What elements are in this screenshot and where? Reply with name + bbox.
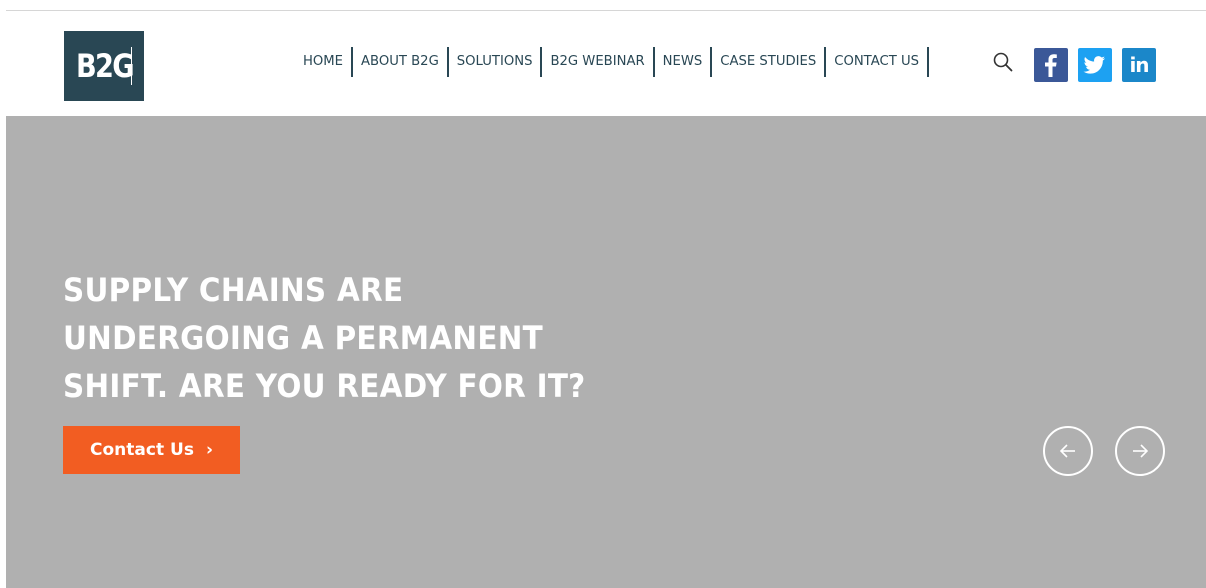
- hero-banner: SUPPLY CHAINS ARE UNDERGOING A PERMANENT…: [6, 116, 1206, 588]
- linkedin-glyph: in: [1129, 53, 1149, 77]
- linkedin-icon[interactable]: in: [1122, 48, 1156, 82]
- nav-separator: [652, 46, 655, 77]
- logo-text: B2G: [75, 47, 135, 85]
- nav-separator: [351, 46, 354, 77]
- hero-heading: SUPPLY CHAINS ARE UNDERGOING A PERMANENT…: [63, 271, 586, 405]
- twitter-icon[interactable]: [1078, 48, 1112, 82]
- contact-us-button[interactable]: Contact Us ›: [63, 426, 240, 474]
- nav-separator: [710, 46, 713, 77]
- nav-item-case-studies[interactable]: CASE STUDIES: [714, 45, 822, 78]
- nav-item-b2g-webinar[interactable]: B2G WEBINAR: [544, 45, 650, 78]
- arrow-right-icon: [1133, 444, 1149, 458]
- nav-item-contact-us[interactable]: CONTACT US: [828, 45, 925, 78]
- page: B2G HOME ABOUT B2G SOLUTIONS B2G WEBINAR…: [0, 0, 1206, 588]
- nav-separator: [540, 46, 543, 77]
- logo-bar: [131, 47, 132, 85]
- carousel-next-button[interactable]: [1115, 426, 1165, 476]
- nav-item-about-b2g[interactable]: ABOUT B2G: [355, 45, 445, 78]
- chevron-right-icon: ›: [205, 440, 213, 460]
- facebook-icon[interactable]: [1034, 48, 1068, 82]
- nav-item-solutions[interactable]: SOLUTIONS: [451, 45, 539, 78]
- arrow-left-icon: [1059, 444, 1075, 458]
- main-nav: HOME ABOUT B2G SOLUTIONS B2G WEBINAR NEW…: [297, 45, 931, 78]
- nav-item-news[interactable]: NEWS: [657, 45, 709, 78]
- search-icon[interactable]: [992, 51, 1014, 73]
- contact-us-label: Contact Us: [90, 440, 194, 460]
- b2g-logo[interactable]: B2G: [64, 31, 144, 101]
- top-divider: [6, 10, 1206, 11]
- nav-item-home[interactable]: HOME: [297, 45, 349, 78]
- nav-separator: [446, 46, 449, 77]
- nav-separator: [824, 46, 827, 77]
- carousel-prev-button[interactable]: [1043, 426, 1093, 476]
- nav-separator: [927, 46, 929, 77]
